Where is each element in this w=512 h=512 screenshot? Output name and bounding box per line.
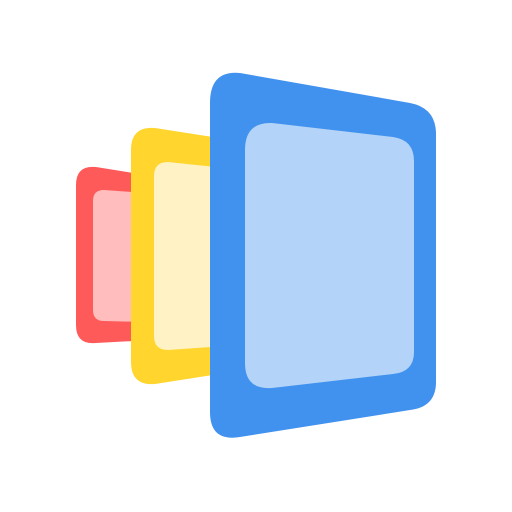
blue-page bbox=[210, 72, 436, 438]
app-icon-canvas bbox=[0, 0, 512, 512]
blue-page-inner bbox=[245, 122, 414, 389]
stacked-pages-icon bbox=[76, 72, 436, 438]
